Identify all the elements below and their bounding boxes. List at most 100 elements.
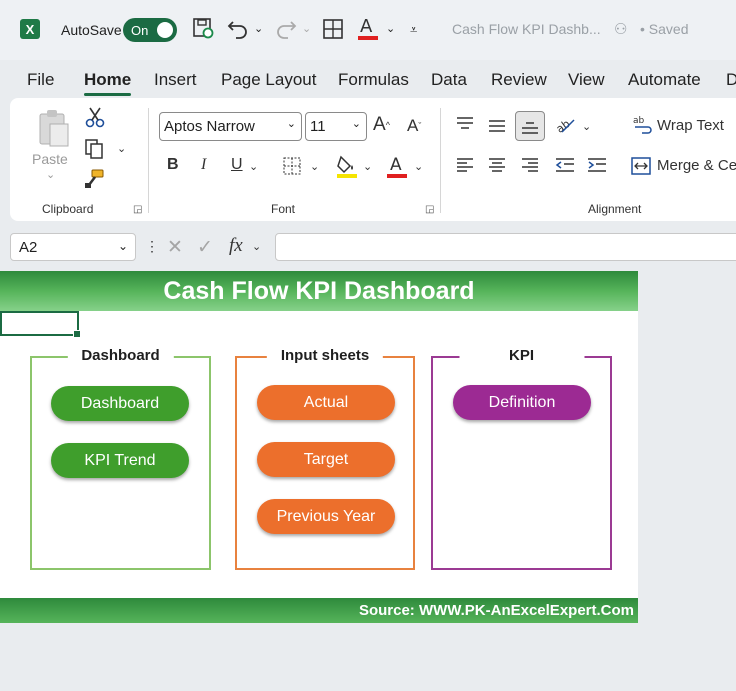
excel-logo-icon: X xyxy=(20,19,40,39)
dashboard-group-title: Dashboard xyxy=(67,347,174,364)
dashboard-group-box: Dashboard Dashboard KPI Trend xyxy=(30,347,211,570)
copy-dropdown-icon[interactable]: ⌄ xyxy=(117,142,126,155)
kpi-trend-button[interactable]: KPI Trend xyxy=(51,443,189,478)
dashboard-title: Cash Flow KPI Dashboard xyxy=(0,271,638,311)
ribbon-tabs: File Home Insert Page Layout Formulas Da… xyxy=(0,60,736,98)
tab-formulas[interactable]: Formulas xyxy=(338,70,409,90)
formula-expand-icon[interactable]: ⌄ xyxy=(252,240,261,253)
tab-overflow[interactable]: D xyxy=(726,70,736,90)
merge-center-icon[interactable] xyxy=(630,156,652,176)
align-middle-icon[interactable] xyxy=(487,118,507,134)
font-group-label: Font xyxy=(271,202,296,216)
clipboard-launcher-icon[interactable]: ◲ xyxy=(133,204,142,215)
chevron-down-icon: ⌄ xyxy=(286,118,296,130)
actual-button[interactable]: Actual xyxy=(257,385,395,420)
format-painter-icon[interactable] xyxy=(82,168,106,190)
borders-icon[interactable] xyxy=(282,156,302,176)
cancel-icon[interactable]: ✕ xyxy=(167,236,183,259)
bold-button[interactable]: B xyxy=(167,156,179,174)
align-bottom-icon[interactable] xyxy=(515,111,545,141)
ribbon-separator xyxy=(148,108,149,213)
ribbon-panel: Paste ⌄ ⌄ Clipboard ◲ Aptos Narrow ⌄ 11 ⌄ … xyxy=(10,98,736,221)
ribbon-separator xyxy=(440,108,441,213)
underline-dropdown-icon[interactable]: ⌄ xyxy=(249,160,258,173)
align-center-icon[interactable] xyxy=(487,157,507,173)
save-icon[interactable] xyxy=(192,17,214,39)
fill-color-dropdown-icon[interactable]: ⌄ xyxy=(363,160,372,173)
selected-cell-a2[interactable] xyxy=(0,311,81,338)
source-footer: Source: WWW.PK-AnExcelExpert.Com xyxy=(0,598,638,623)
undo-icon[interactable] xyxy=(226,16,250,40)
wrap-text-icon[interactable]: ab xyxy=(632,114,654,136)
previous-year-button[interactable]: Previous Year xyxy=(257,499,395,534)
definition-button[interactable]: Definition xyxy=(453,385,591,420)
cut-icon[interactable] xyxy=(84,106,106,128)
tab-view[interactable]: View xyxy=(568,70,605,90)
font-color-icon[interactable]: A xyxy=(385,153,409,179)
autosave-label: AutoSave xyxy=(61,22,122,38)
gray-canvas xyxy=(638,271,736,691)
tab-insert[interactable]: Insert xyxy=(154,70,197,90)
font-color-dropdown-icon[interactable]: ⌄ xyxy=(414,160,423,173)
align-top-icon[interactable] xyxy=(455,116,475,132)
increase-indent-icon[interactable] xyxy=(586,157,608,173)
share-status-icon: ⚇ xyxy=(614,21,628,38)
formula-bar: A2 ⌄ ⋮ ✕ ✓ fx ⌄ xyxy=(0,228,736,268)
worksheet[interactable]: Cash Flow KPI Dashboard Dashboard Dashbo… xyxy=(0,271,638,623)
more-options-icon[interactable]: ⋮ xyxy=(145,238,159,255)
tab-data[interactable]: Data xyxy=(431,70,467,90)
fill-color-icon[interactable] xyxy=(335,153,359,179)
tab-file[interactable]: File xyxy=(27,70,54,90)
dashboard-button[interactable]: Dashboard xyxy=(51,386,189,421)
decrease-indent-icon[interactable] xyxy=(554,157,576,173)
target-button[interactable]: Target xyxy=(257,442,395,477)
input-sheets-group-title: Input sheets xyxy=(266,347,384,364)
merge-center-button[interactable]: Merge & Ce xyxy=(657,157,736,174)
document-title[interactable]: Cash Flow KPI Dashb... xyxy=(452,21,601,37)
wrap-text-button[interactable]: Wrap Text xyxy=(657,117,724,134)
tab-automate[interactable]: Automate xyxy=(628,70,701,90)
font-color-icon[interactable]: A xyxy=(356,14,380,42)
alignment-group-label: Alignment xyxy=(588,202,642,216)
confirm-icon[interactable]: ✓ xyxy=(197,236,213,259)
font-size-select[interactable]: 11 ⌄ xyxy=(305,112,367,141)
font-color-dropdown-icon[interactable]: ⌄ xyxy=(386,22,395,35)
insert-function-button[interactable]: fx xyxy=(229,235,243,257)
redo-icon[interactable] xyxy=(274,16,298,40)
increase-font-size-icon[interactable]: A ^ xyxy=(373,114,390,136)
saved-status: • Saved xyxy=(640,21,689,37)
tab-page-layout[interactable]: Page Layout xyxy=(221,70,316,90)
autosave-state: On xyxy=(131,22,149,38)
kpi-group-box: KPI Definition xyxy=(431,347,612,570)
tab-home[interactable]: Home xyxy=(84,70,132,96)
autosave-toggle[interactable]: On xyxy=(123,18,177,42)
customize-toolbar-icon[interactable]: ⩡ xyxy=(410,22,417,38)
borders-dropdown-icon[interactable]: ⌄ xyxy=(310,160,319,173)
borders-icon[interactable] xyxy=(322,18,344,40)
paste-icon[interactable] xyxy=(34,108,74,148)
orientation-icon[interactable]: ab xyxy=(554,114,578,136)
align-left-icon[interactable] xyxy=(455,157,475,173)
copy-icon[interactable] xyxy=(82,138,106,160)
formula-input[interactable] xyxy=(275,233,736,261)
chevron-down-icon: ⌄ xyxy=(351,118,361,130)
svg-text:ab: ab xyxy=(554,117,572,136)
paste-button[interactable]: Paste xyxy=(32,151,68,167)
italic-button[interactable]: I xyxy=(201,156,206,174)
align-right-icon[interactable] xyxy=(520,157,540,173)
svg-text:ab: ab xyxy=(633,116,645,126)
font-name-select[interactable]: Aptos Narrow ⌄ xyxy=(159,112,302,141)
tab-review[interactable]: Review xyxy=(491,70,547,90)
font-launcher-icon[interactable]: ◲ xyxy=(425,204,434,215)
font-name-value: Aptos Narrow xyxy=(164,118,255,135)
decrease-font-size-icon[interactable]: Aˇ xyxy=(407,116,421,136)
undo-dropdown-icon[interactable]: ⌄ xyxy=(254,22,263,35)
underline-button[interactable]: U xyxy=(231,156,243,174)
svg-text:A: A xyxy=(390,155,402,175)
redo-dropdown-icon[interactable]: ⌄ xyxy=(302,22,311,35)
chevron-down-icon[interactable]: ⌄ xyxy=(118,239,128,253)
paste-dropdown-icon[interactable]: ⌄ xyxy=(46,168,55,181)
font-size-value: 11 xyxy=(310,118,326,135)
orientation-dropdown-icon[interactable]: ⌄ xyxy=(582,120,591,133)
name-box[interactable]: A2 ⌄ xyxy=(10,233,136,261)
